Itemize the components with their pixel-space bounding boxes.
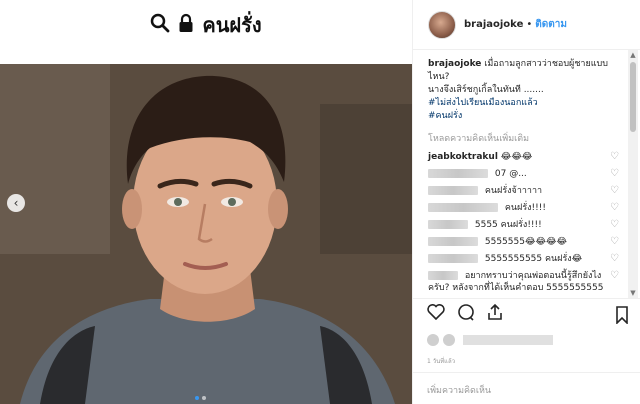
hashtag-link[interactable]: #ไม่ส่งไปเรียนเมืองนอกแล้ว xyxy=(428,97,619,110)
previous-photo-button[interactable]: ‹ xyxy=(7,194,25,212)
comment-text: 😂😂😂 xyxy=(500,152,533,162)
blurred-username xyxy=(428,220,468,229)
scroll-up-icon[interactable]: ▲ xyxy=(629,51,637,59)
comment-item: 5555555😂😂😂😂 ♡ xyxy=(428,236,619,248)
heart-icon[interactable]: ♡ xyxy=(610,236,619,248)
banner-title: คนฝรั่ง xyxy=(202,13,262,37)
scroll-thumb[interactable] xyxy=(630,62,636,132)
comment-username[interactable]: jeabkoktrakul xyxy=(428,152,498,162)
caption-username[interactable]: brajaojoke xyxy=(428,59,481,69)
add-comment-input[interactable]: เพิ่มความคิดเห็น xyxy=(413,372,640,404)
comment-item: อยากทราบว่าคุณพ่อตอนนี้รู้สึกยังไงครับ? … xyxy=(428,270,619,294)
heart-icon[interactable]: ♡ xyxy=(610,270,619,282)
comment-text: คนฝรั่งจ้าาาาา xyxy=(484,186,543,196)
share-icon[interactable] xyxy=(487,303,503,324)
comments-list: brajaojoke เมื่อถามลูกสาวว่าชอบผู้ชายแบบ… xyxy=(413,56,629,296)
comment-text: 5555555555 คนฝรั่ง😂 xyxy=(484,254,583,264)
comment-item: 5555 คนฝรั่ง!!!! ♡ xyxy=(428,219,619,231)
carousel-dots xyxy=(195,396,206,400)
lock-icon xyxy=(178,13,194,37)
comment-item: 07 @... ♡ xyxy=(428,168,619,180)
comment-icon[interactable] xyxy=(457,303,475,324)
blurred-username xyxy=(428,203,498,212)
search-icon xyxy=(150,13,170,37)
chevron-left-icon: ‹ xyxy=(13,196,19,210)
blurred-username xyxy=(428,186,478,195)
liker-avatar xyxy=(427,334,439,346)
post-header: brajaojoke • ติดตาม xyxy=(413,0,640,50)
carousel-dot-active xyxy=(195,396,199,400)
post-photo[interactable] xyxy=(0,64,412,404)
blurred-username xyxy=(428,271,458,280)
scroll-down-icon[interactable]: ▼ xyxy=(629,289,637,297)
overlay-banner: คนฝรั่ง xyxy=(0,0,412,50)
avatar[interactable] xyxy=(428,10,456,39)
heart-icon[interactable]: ♡ xyxy=(610,219,619,231)
comment-item: jeabkoktrakul 😂😂😂 ♡ xyxy=(428,151,619,163)
post-timestamp: 1 วันที่แล้ว xyxy=(427,358,456,365)
heart-icon[interactable]: ♡ xyxy=(610,151,619,163)
post-username[interactable]: brajaojoke xyxy=(464,19,523,30)
blurred-username xyxy=(428,169,488,178)
blurred-username xyxy=(428,254,478,263)
heart-icon[interactable] xyxy=(427,304,445,323)
hashtag-link[interactable]: #คนฝรั่ง xyxy=(428,110,619,123)
comment-text: 5555555😂😂😂😂 xyxy=(484,237,568,247)
follow-button[interactable]: ติดตาม xyxy=(535,17,567,32)
comment-text: คนฝรั่ง!!!! xyxy=(504,203,546,213)
post-caption: brajaojoke เมื่อถามลูกสาวว่าชอบผู้ชายแบบ… xyxy=(428,58,619,123)
comment-text: 5555 คนฝรั่ง!!!! xyxy=(474,220,542,230)
heart-icon[interactable]: ♡ xyxy=(610,168,619,180)
carousel-dot xyxy=(202,396,206,400)
photo-pane: คนฝรั่ง ‹ xyxy=(0,0,412,404)
comment-item: คนฝรั่งจ้าาาาา ♡ xyxy=(428,185,619,197)
instagram-post-screenshot: คนฝรั่ง ‹ brajaojoke • ติดตาม brajaojoke… xyxy=(0,0,640,404)
post-actions-bar xyxy=(413,298,640,328)
heart-icon[interactable]: ♡ xyxy=(610,253,619,265)
blurred-likes-text xyxy=(463,335,553,345)
caption-line-2: นางจึงเสิร์ชกูเกิ้ลในทันที ....... xyxy=(428,85,544,95)
separator-dot: • xyxy=(526,19,533,30)
bookmark-icon[interactable] xyxy=(615,306,629,327)
post-panel: brajaojoke • ติดตาม brajaojoke เมื่อถามล… xyxy=(412,0,640,404)
blurred-username xyxy=(428,237,478,246)
heart-icon[interactable]: ♡ xyxy=(610,202,619,214)
comments-scrollbar[interactable]: ▲ ▼ xyxy=(628,50,638,298)
heart-icon[interactable]: ♡ xyxy=(610,185,619,197)
comment-item: คนฝรั่ง!!!! ♡ xyxy=(428,202,619,214)
comment-text: 07 @... xyxy=(494,169,527,179)
comment-item: 5555555555 คนฝรั่ง😂 ♡ xyxy=(428,253,619,265)
load-more-comments-link[interactable]: โหลดความคิดเห็นเพิ่มเติม xyxy=(428,131,619,145)
likes-summary[interactable] xyxy=(427,334,553,346)
liker-avatar xyxy=(443,334,455,346)
